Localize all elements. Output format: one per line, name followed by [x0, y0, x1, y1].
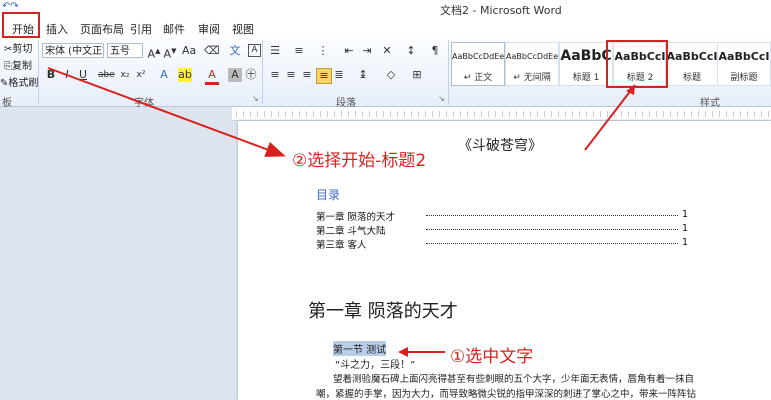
annotation-step2: ②选择开始-标题2	[292, 151, 427, 171]
annotation-step1: ①选中文字	[450, 347, 534, 367]
arrow-to-heading-2	[584, 84, 636, 151]
arrow-to-home-tab	[47, 67, 286, 157]
annotation-arrows	[47, 67, 636, 357]
